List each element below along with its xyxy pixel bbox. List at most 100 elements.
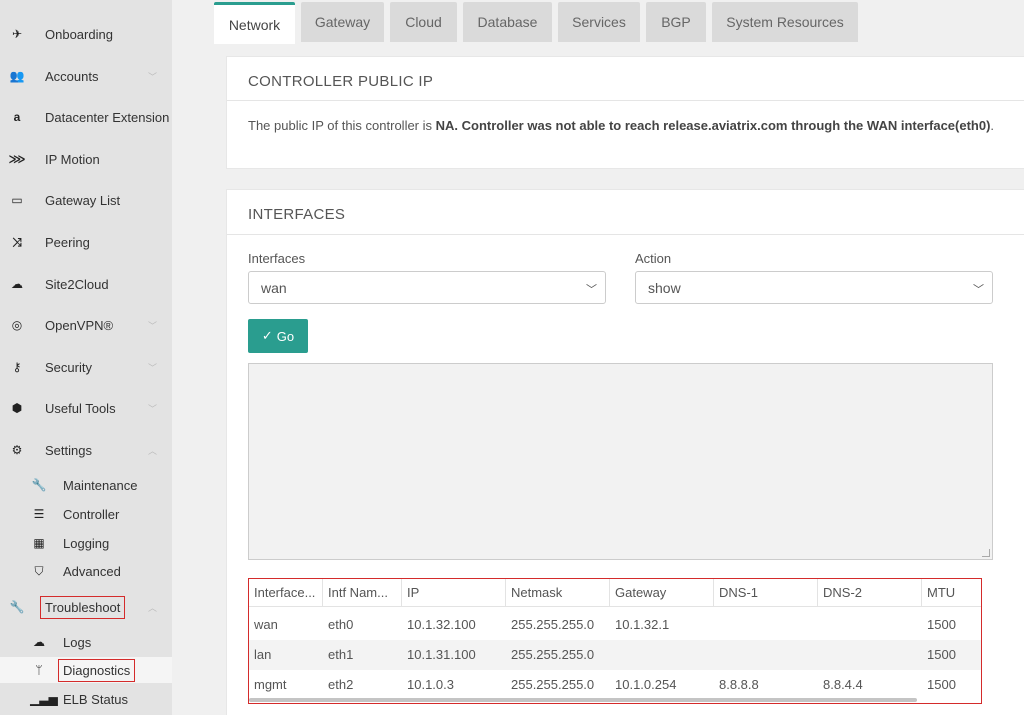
table-cell — [714, 610, 818, 640]
select-value: show — [648, 279, 681, 296]
chevron-up-icon: ︿ — [148, 602, 158, 613]
go-button[interactable]: ✓ Go — [248, 319, 308, 353]
sidebar-item-label: Datacenter Extension — [45, 109, 170, 125]
shield-icon: ⛉ — [34, 563, 44, 578]
sidebar-item-useful-tools[interactable]: ⬢ Useful Tools ﹀ — [0, 393, 172, 423]
table-cell: lan — [254, 647, 272, 662]
horizontal-scrollbar[interactable] — [249, 698, 917, 702]
table-cell: eth2 — [328, 677, 354, 692]
table-cell: 1500 — [927, 617, 956, 632]
column-header[interactable]: Intf Nam... — [323, 579, 402, 607]
wrench-icon: 🔧 — [31, 478, 47, 492]
cloud-download-icon: ☁ — [33, 635, 45, 649]
public-ip-text: The public IP of this controller is — [248, 118, 436, 133]
cloud-upload-icon: ☁ — [11, 277, 23, 291]
table-cell: 8.8.8.8 — [719, 677, 759, 692]
interfaces-table: Interface... Intf Nam... IP Netmask Gate… — [248, 578, 982, 704]
divider — [227, 100, 1024, 101]
wifi-icon: ◎ — [11, 318, 23, 332]
sidebar-subitem-controller[interactable]: ☰ Controller — [0, 501, 172, 527]
tab-bar: Network Gateway Cloud Database Services … — [212, 0, 1024, 44]
table-cell: 10.1.0.254 — [615, 677, 677, 692]
column-header[interactable]: DNS-2 — [818, 579, 922, 607]
sidebar-item-accounts[interactable]: 👥 Accounts ﹀ — [0, 61, 172, 91]
go-label: Go — [276, 328, 295, 344]
table-cell: 8.8.4.4 — [823, 677, 863, 692]
card-title: CONTROLLER PUBLIC IP — [248, 73, 434, 90]
sidebar-item-peering[interactable]: ⤨ Peering — [0, 227, 172, 257]
sidebar-item-label: Settings — [45, 442, 92, 458]
sidebar-item-troubleshoot[interactable]: 🔧 Troubleshoot ︿ — [0, 592, 172, 622]
tab-gateway[interactable]: Gateway — [301, 2, 384, 42]
chevron-down-icon: ﹀ — [148, 320, 158, 331]
sidebar-item-label: Useful Tools — [45, 400, 116, 416]
sidebar-item-security[interactable]: ⚷ Security ﹀ — [0, 352, 172, 382]
sidebar-item-site2cloud[interactable]: ☁ Site2Cloud — [0, 269, 172, 299]
select-value: wan — [261, 279, 287, 296]
sidebar-item-label: OpenVPN® — [45, 317, 114, 333]
column-header[interactable]: Netmask — [506, 579, 610, 607]
divider — [227, 234, 1024, 235]
column-header[interactable]: MTU — [922, 579, 981, 607]
tab-network[interactable]: Network — [214, 2, 295, 44]
tab-services[interactable]: Services — [558, 2, 640, 42]
stethoscope-icon: ᛘ — [35, 663, 43, 677]
output-textarea[interactable] — [248, 363, 993, 560]
sidebar: ✈ Onboarding 👥 Accounts ﹀ a Datacenter E… — [0, 0, 172, 715]
resize-grip-icon[interactable] — [982, 549, 990, 557]
interfaces-card: INTERFACES Interfaces wan ﹀ Action show … — [226, 189, 1024, 715]
column-header[interactable]: IP — [402, 579, 506, 607]
sidebar-item-ip-motion[interactable]: ⋙ IP Motion — [0, 144, 172, 174]
table-cell: 1500 — [927, 647, 956, 662]
table-cell: 255.255.255.0 — [511, 647, 595, 662]
interfaces-select[interactable]: wan ﹀ — [248, 271, 606, 304]
card-title: INTERFACES — [248, 206, 346, 223]
table-cell: 10.1.31.100 — [407, 647, 476, 662]
sidebar-item-onboarding[interactable]: ✈ Onboarding — [0, 19, 172, 49]
sidebar-item-label: Maintenance — [63, 477, 138, 493]
table-cell: 10.1.32.1 — [615, 617, 670, 632]
sidebar-item-label: Peering — [45, 234, 90, 250]
sidebar-subitem-logs[interactable]: ☁ Logs — [0, 629, 172, 655]
column-header[interactable]: DNS-1 — [714, 579, 818, 607]
main-content: Network Gateway Cloud Database Services … — [212, 0, 1024, 715]
chevron-down-icon: ﹀ — [148, 362, 158, 373]
public-ip-message: The public IP of this controller is NA. … — [248, 118, 994, 133]
sidebar-subitem-elb-status[interactable]: ▁▃▅ ELB Status — [0, 686, 172, 712]
chevron-down-icon: ﹀ — [148, 403, 158, 414]
sidebar-item-label: Onboarding — [45, 26, 113, 42]
sidebar-item-label: ELB Status — [63, 691, 129, 707]
key-icon: ⚷ — [12, 360, 22, 374]
tab-system-resources[interactable]: System Resources — [712, 2, 858, 42]
tab-cloud[interactable]: Cloud — [390, 2, 457, 42]
table-cell: 10.1.0.3 — [407, 677, 454, 692]
sidebar-subitem-maintenance[interactable]: 🔧 Maintenance — [0, 472, 172, 498]
shuffle-icon: ⤨ — [12, 234, 22, 249]
sidebar-item-settings[interactable]: ⚙ Settings ︿ — [0, 435, 172, 465]
monitor-icon: ▭ — [11, 193, 23, 207]
sidebar-item-openvpn[interactable]: ◎ OpenVPN® ﹀ — [0, 310, 172, 340]
table-icon: ▦ — [33, 536, 45, 550]
table-cell — [818, 640, 922, 670]
sidebar-subitem-logging[interactable]: ▦ Logging — [0, 530, 172, 556]
sidebar-subitem-diagnostics[interactable]: ᛘ Diagnostics — [0, 657, 172, 683]
table-cell — [818, 610, 922, 640]
signal-icon: ▁▃▅ — [30, 692, 58, 706]
sidebar-item-datacenter-extension[interactable]: a Datacenter Extension — [0, 102, 172, 132]
tab-database[interactable]: Database — [463, 2, 552, 42]
sidebar-item-label: Logs — [63, 634, 92, 650]
sidebar-item-label: Accounts — [45, 68, 99, 84]
tab-bgp[interactable]: BGP — [646, 2, 706, 42]
action-label: Action — [635, 251, 672, 266]
table-cell: 255.255.255.0 — [511, 677, 595, 692]
interfaces-label: Interfaces — [248, 251, 306, 266]
action-select[interactable]: show ﹀ — [635, 271, 993, 304]
column-header[interactable]: Interface... — [249, 579, 323, 607]
chevron-down-icon: ﹀ — [586, 284, 597, 296]
sidebar-subitem-advanced[interactable]: ⛉ Advanced — [0, 558, 172, 584]
sidebar-item-label: Gateway List — [45, 192, 121, 208]
column-header[interactable]: Gateway — [610, 579, 714, 607]
table-cell — [610, 640, 714, 670]
wrench-icon: 🔧 — [9, 600, 25, 614]
sidebar-item-gateway-list[interactable]: ▭ Gateway List — [0, 185, 172, 215]
